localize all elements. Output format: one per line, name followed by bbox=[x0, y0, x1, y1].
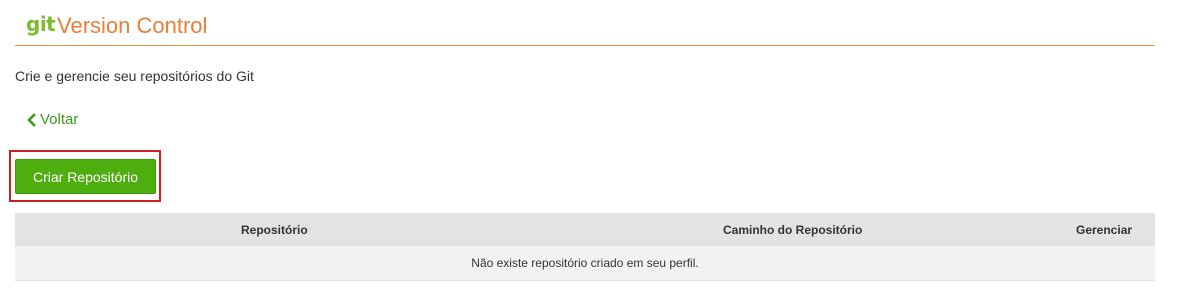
back-link[interactable]: Voltar bbox=[25, 111, 78, 128]
create-repository-button[interactable]: Criar Repositório bbox=[15, 159, 156, 194]
page-title: Version Control bbox=[57, 13, 208, 38]
git-logo: git bbox=[26, 12, 56, 36]
empty-table-message: Não existe repositório criado em seu per… bbox=[471, 256, 699, 270]
chevron-left-icon bbox=[27, 112, 36, 127]
column-header-repository-path: Caminho do Repositório bbox=[723, 223, 863, 237]
column-header-manage: Gerenciar bbox=[1076, 223, 1133, 237]
page-header: git Version Control bbox=[15, 0, 1155, 46]
page-description: Crie e gerencie seu repositórios do Git bbox=[15, 68, 254, 84]
table-header: Repositório Caminho do Repositório Geren… bbox=[15, 213, 1155, 246]
table-row: Não existe repositório criado em seu per… bbox=[15, 246, 1155, 281]
back-link-label: Voltar bbox=[40, 111, 79, 128]
repositories-table: Repositório Caminho do Repositório Geren… bbox=[15, 213, 1155, 281]
version-control-page: git Version Control Crie e gerencie seu … bbox=[0, 0, 1179, 291]
column-header-repository: Repositório bbox=[241, 223, 308, 237]
